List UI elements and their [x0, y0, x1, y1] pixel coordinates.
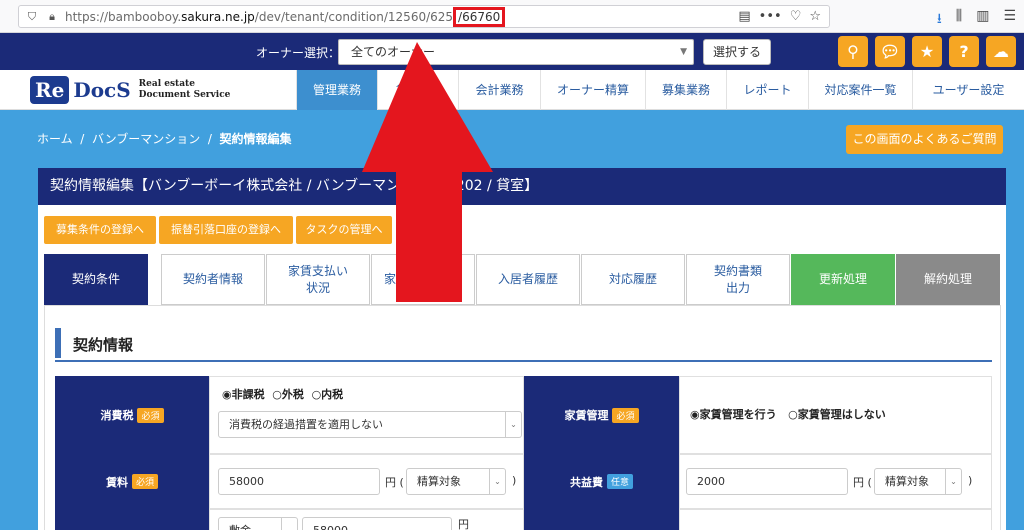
nav-item-accounting[interactable]: 会計業務: [458, 70, 540, 110]
chevron-down-icon: ⌄: [281, 518, 297, 530]
common-fee-settlement-select[interactable]: 精算対象 ⌄: [874, 468, 962, 495]
breadcrumb-property[interactable]: バンブーマンション: [92, 132, 200, 146]
tab-rent[interactable]: 家賃: [371, 254, 475, 305]
required-badge: 必須: [612, 407, 639, 423]
section-title: 契約情報: [55, 328, 992, 362]
tab-payment-status[interactable]: 家賃支払い 状況: [266, 254, 370, 305]
optional-badge: 任意: [606, 474, 633, 489]
nav-item-user-settings[interactable]: ユーザー設定: [912, 70, 1024, 110]
manage-rent-radio[interactable]: ◉家賃管理を行う: [690, 408, 777, 421]
select-button[interactable]: 選択する: [703, 39, 771, 65]
cloud-icon[interactable]: ☁: [986, 36, 1016, 67]
breadcrumb-home[interactable]: ホーム: [37, 132, 73, 146]
more-icon[interactable]: •••: [759, 9, 782, 24]
chat-icon[interactable]: 💬︎: [875, 36, 905, 67]
lock-icon[interactable]: 🔒︎: [45, 10, 59, 24]
tax-exclusive-radio[interactable]: ○外税: [272, 388, 304, 401]
required-badge: 必須: [131, 474, 158, 489]
bank-account-register-button[interactable]: 振替引落口座の登録へ: [159, 216, 293, 244]
tab-cancellation[interactable]: 解約処理: [896, 254, 1000, 305]
chevron-down-icon: ⌄: [489, 469, 505, 494]
nav-item-management[interactable]: 管理業務: [296, 70, 377, 110]
breadcrumb-current: 契約情報編集: [219, 132, 292, 146]
owner-bar: オーナー選択： 全てのオーナー ▼ 選択する: [0, 33, 1024, 70]
owner-select-label: オーナー選択：: [256, 46, 341, 60]
tax-inclusive-radio[interactable]: ○内税: [312, 388, 344, 401]
nav-item-cases[interactable]: 対応案件一覧: [808, 70, 912, 110]
row3-right-label: [524, 509, 679, 530]
rent-cell: 58000 円 ( 精算対象 ⌄ ): [209, 454, 524, 509]
tab-resident-history[interactable]: 入居者履歴: [476, 254, 580, 305]
library-icon[interactable]: ⫼: [956, 8, 962, 32]
deposit-label: [55, 509, 209, 530]
tab-response-history[interactable]: 対応履歴: [581, 254, 685, 305]
url-highlight: /66760: [453, 6, 506, 27]
tax-exempt-radio[interactable]: ◉非課税: [222, 388, 265, 401]
browser-toolbar: ⛉ 🔒︎ https://bambooboy.sakura.ne.jp/dev/…: [0, 0, 1024, 33]
common-fee-input[interactable]: 2000: [686, 468, 848, 495]
rent-input[interactable]: 58000: [218, 468, 380, 495]
rent-management-cell: ◉家賃管理を行う ○家賃管理はしない: [679, 376, 992, 454]
tab-renewal[interactable]: 更新処理: [791, 254, 895, 305]
pocket-icon[interactable]: ♡: [790, 9, 802, 24]
nav-item-owner-settlement[interactable]: オーナー精算: [540, 70, 645, 110]
star-icon[interactable]: ★: [912, 36, 942, 67]
download-icon[interactable]: ⭳: [937, 8, 942, 32]
logo[interactable]: Re DocS Real estate Document Service: [30, 73, 230, 107]
rent-management-label: 家賃管理 必須: [524, 376, 679, 454]
nav-item-rent[interactable]: 賃貸: [377, 70, 458, 110]
breadcrumb: ホーム / バンブーマンション / 契約情報編集: [37, 132, 292, 146]
bookmark-star-icon[interactable]: ☆: [809, 9, 821, 24]
deposit-input[interactable]: 58000: [302, 517, 452, 530]
tax-transition-select[interactable]: 消費税の経過措置を適用しない ⌄: [218, 411, 522, 438]
tab-contract-terms[interactable]: 契約条件: [44, 254, 148, 305]
deposit-type-select[interactable]: 敷金⌄: [218, 517, 298, 530]
tab-document-output[interactable]: 契約書類 出力: [686, 254, 790, 305]
common-fee-label: 共益費 任意: [524, 454, 679, 509]
tab-contractor-info[interactable]: 契約者情報: [161, 254, 265, 305]
help-icon[interactable]: ?: [949, 36, 979, 67]
nav-item-report[interactable]: レポート: [726, 70, 808, 110]
page-title: 契約情報編集【バンブーボーイ株式会社 / バンブーマンション / 202 / 貸…: [38, 168, 1006, 205]
tax-cell: ◉非課税 ○外税 ○内税 消費税の経過措置を適用しない ⌄: [209, 376, 524, 454]
chevron-down-icon: ⌄: [945, 469, 961, 494]
search-icon[interactable]: ⚲: [838, 36, 868, 67]
chevron-down-icon: ⌄: [505, 412, 521, 437]
row3-right-cell: [679, 509, 992, 530]
rent-settlement-select[interactable]: 精算対象 ⌄: [406, 468, 506, 495]
tax-label: 消費税 必須: [55, 376, 209, 454]
common-fee-cell: 2000 円 ( 精算対象 ⌄ ): [679, 454, 992, 509]
deposit-cell: 敷金⌄ 58000 円: [209, 509, 524, 530]
main-panel: 契約情報編集【バンブーボーイ株式会社 / バンブーマンション / 202 / 貸…: [38, 168, 1006, 530]
owner-select[interactable]: 全てのオーナー ▼: [338, 39, 694, 65]
url-text[interactable]: https://bambooboy.sakura.ne.jp/dev/tenan…: [65, 6, 506, 27]
nav-item-recruitment[interactable]: 募集業務: [645, 70, 726, 110]
main-nav: Re DocS Real estate Document Service 管理業務…: [0, 70, 1024, 110]
address-bar[interactable]: ⛉ 🔒︎ https://bambooboy.sakura.ne.jp/dev/…: [18, 5, 830, 28]
contract-info-section: 契約情報 消費税 必須 ◉非課税 ○外税 ○内税 消費税の経過措置を適用しない ⌄ …: [44, 305, 1001, 530]
menu-icon[interactable]: ☰: [1003, 8, 1016, 32]
recruitment-register-button[interactable]: 募集条件の登録へ: [44, 216, 156, 244]
task-manage-button[interactable]: タスクの管理へ: [296, 216, 392, 244]
sidebar-icon[interactable]: ▥: [976, 8, 989, 32]
faq-button[interactable]: この画面のよくあるご質問: [846, 125, 1003, 154]
required-badge: 必須: [137, 407, 164, 423]
shield-icon[interactable]: ⛉: [25, 10, 39, 24]
rent-label: 賃料 必須: [55, 454, 209, 509]
reader-icon[interactable]: ▤: [738, 9, 750, 24]
chevron-down-icon: ▼: [680, 47, 687, 57]
no-manage-rent-radio[interactable]: ○家賃管理はしない: [788, 408, 886, 421]
